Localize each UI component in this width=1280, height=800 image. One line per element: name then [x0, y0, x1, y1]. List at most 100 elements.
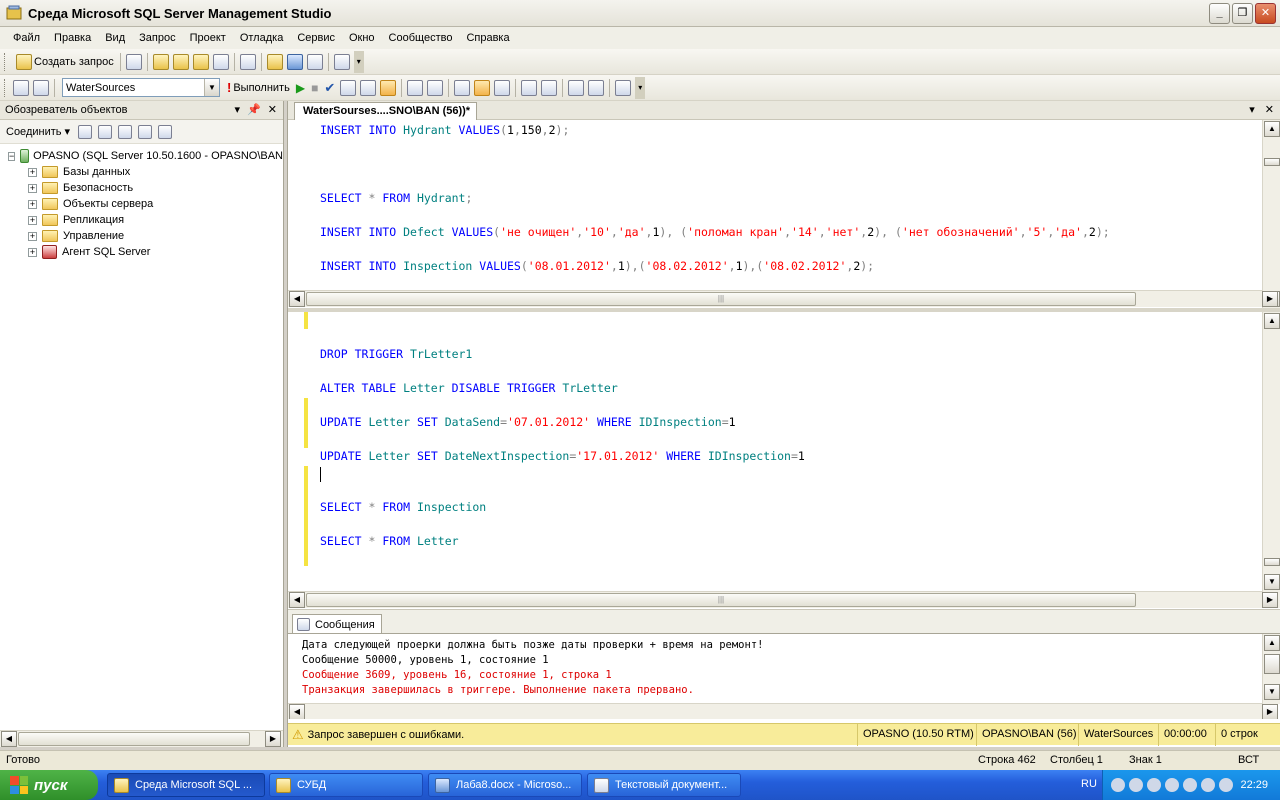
- restore-button[interactable]: ❐: [1232, 3, 1253, 24]
- scroll-down-icon[interactable]: ▼: [1264, 574, 1280, 590]
- taskbar-item-folder[interactable]: СУБД: [269, 773, 423, 797]
- scroll-thumb[interactable]: |||: [306, 292, 1136, 306]
- scroll-right-icon[interactable]: ▶: [1262, 291, 1278, 307]
- filter-icon[interactable]: [138, 124, 153, 139]
- expand-icon[interactable]: +: [28, 199, 37, 209]
- scroll-thumb[interactable]: [1264, 558, 1280, 566]
- clock[interactable]: 22:29: [1240, 779, 1268, 791]
- comment-lines-icon[interactable]: [521, 79, 538, 96]
- scroll-thumb[interactable]: [18, 732, 250, 746]
- power-icon[interactable]: [1183, 778, 1197, 792]
- analysis-dmx-query-icon[interactable]: [172, 53, 189, 70]
- decrease-indent-icon[interactable]: [568, 79, 585, 96]
- print-icon[interactable]: [306, 53, 323, 70]
- network-icon[interactable]: [1129, 778, 1143, 792]
- connect-icon[interactable]: [13, 79, 29, 96]
- object-explorer-hscrollbar[interactable]: ◀ ▶: [0, 730, 283, 747]
- scroll-up-icon[interactable]: ▲: [1264, 121, 1280, 137]
- tree-node-security[interactable]: + Безопасность: [0, 180, 283, 196]
- toolbar-overflow-icon[interactable]: ▾: [635, 76, 646, 99]
- results-to-grid-icon[interactable]: [454, 79, 471, 96]
- results-icon[interactable]: [494, 79, 511, 96]
- scroll-right-icon[interactable]: ▶: [1262, 704, 1278, 719]
- scroll-up-icon[interactable]: ▲: [1264, 635, 1280, 651]
- menu-debug[interactable]: Отладка: [233, 32, 290, 44]
- language-indicator[interactable]: RU: [1081, 778, 1097, 790]
- network-error-icon[interactable]: [1147, 778, 1161, 792]
- toolbar-grip[interactable]: [4, 52, 7, 71]
- expand-icon[interactable]: +: [28, 247, 37, 257]
- menu-query[interactable]: Запрос: [132, 32, 182, 44]
- results-to-file-icon[interactable]: [474, 79, 491, 96]
- toolbar-overflow-icon[interactable]: ▾: [353, 50, 364, 73]
- expand-icon[interactable]: +: [28, 231, 37, 241]
- uncomment-lines-icon[interactable]: [541, 79, 558, 96]
- stop-icon[interactable]: [118, 124, 133, 139]
- collapse-icon[interactable]: −: [8, 151, 16, 161]
- disconnect-server-icon[interactable]: [98, 124, 113, 139]
- connect-dropdown[interactable]: Соединить ▾: [6, 125, 70, 138]
- sql-compact-query-icon[interactable]: [212, 53, 229, 70]
- close-button[interactable]: ✕: [1255, 3, 1276, 24]
- expand-icon[interactable]: +: [28, 183, 37, 193]
- disconnect-icon[interactable]: [33, 79, 49, 96]
- taskbar-item-notepad[interactable]: Текстовый документ...: [587, 773, 741, 797]
- tree-node-databases[interactable]: + Базы данных: [0, 164, 283, 180]
- menu-view[interactable]: Вид: [98, 32, 132, 44]
- scroll-down-icon[interactable]: ▼: [1264, 684, 1280, 700]
- start-button[interactable]: пуск: [0, 770, 98, 800]
- scroll-up-icon[interactable]: ▲: [1264, 313, 1280, 329]
- tree-node-server-objects[interactable]: + Объекты сервера: [0, 196, 283, 212]
- panel-close-icon[interactable]: ✕: [268, 103, 277, 116]
- chevron-down-icon[interactable]: ▼: [204, 79, 219, 96]
- editor-top-hscrollbar[interactable]: ◀ ||| ▶: [288, 290, 1278, 307]
- menu-file[interactable]: Файл: [6, 32, 47, 44]
- database-select[interactable]: WaterSources ▼: [62, 78, 220, 97]
- scroll-left-icon[interactable]: ◀: [289, 291, 305, 307]
- client-statistics-icon[interactable]: [427, 79, 444, 96]
- parse-check-icon[interactable]: ✔: [321, 77, 338, 99]
- messages-vscrollbar[interactable]: ▲ ▼: [1262, 634, 1280, 704]
- scroll-right-icon[interactable]: ▶: [1262, 592, 1278, 608]
- menu-window[interactable]: Окно: [342, 32, 382, 44]
- connect-server-icon[interactable]: [78, 124, 93, 139]
- messages-hscrollbar[interactable]: ◀ ▶: [288, 703, 1278, 719]
- scroll-thumb[interactable]: [1264, 654, 1280, 674]
- tree-node-sql-agent[interactable]: + Агент SQL Server: [0, 244, 283, 260]
- tray-expand-icon[interactable]: [1111, 778, 1125, 792]
- save-icon[interactable]: [286, 53, 303, 70]
- editor-top-vscrollbar[interactable]: ▲ ▼: [1262, 120, 1280, 308]
- database-engine-query-icon[interactable]: [125, 53, 142, 70]
- editor-bottom-vscrollbar[interactable]: ▲ ▼: [1262, 312, 1280, 608]
- activity-monitor-icon[interactable]: [333, 53, 350, 70]
- scroll-left-icon[interactable]: ◀: [289, 704, 305, 719]
- query-designer-icon[interactable]: [360, 79, 377, 96]
- security-icon[interactable]: [1201, 778, 1215, 792]
- refresh-icon[interactable]: [158, 124, 173, 139]
- open-folder-icon[interactable]: [266, 53, 283, 70]
- specify-template-values-icon[interactable]: [615, 79, 632, 96]
- execute-button[interactable]: ! Выполнить: [224, 77, 293, 99]
- include-actual-plan-icon[interactable]: [407, 79, 424, 96]
- debug-play-icon[interactable]: ▶: [293, 77, 308, 99]
- expand-icon[interactable]: +: [28, 167, 37, 177]
- analysis-mdx-query-icon[interactable]: [152, 53, 169, 70]
- pin-icon[interactable]: 📌: [247, 103, 261, 116]
- results-to-text-icon[interactable]: [380, 79, 397, 96]
- scroll-thumb[interactable]: [1264, 158, 1280, 166]
- cancel-execution-icon[interactable]: ■: [308, 77, 321, 99]
- scroll-left-icon[interactable]: ◀: [1, 731, 17, 747]
- messages-panel[interactable]: Дата следующей проерки должна быть позже…: [288, 633, 1280, 719]
- code-area-bottom[interactable]: DROP TRIGGER TrLetter1 ALTER TABLE Lette…: [320, 312, 1260, 548]
- analysis-xmla-query-icon[interactable]: [192, 53, 209, 70]
- toolbar-grip[interactable]: [4, 78, 7, 97]
- tree-node-management[interactable]: + Управление: [0, 228, 283, 244]
- display-estimated-plan-icon[interactable]: [340, 79, 357, 96]
- update-icon[interactable]: [1219, 778, 1233, 792]
- menu-tools[interactable]: Сервис: [290, 32, 342, 44]
- increase-indent-icon[interactable]: [588, 79, 605, 96]
- document-close-icon[interactable]: ✕: [1265, 103, 1274, 116]
- editor-bottom-hscrollbar[interactable]: ◀ ||| ▶: [288, 591, 1278, 608]
- panel-dropdown-icon[interactable]: ▾: [235, 103, 241, 116]
- new-file-icon[interactable]: [239, 53, 256, 70]
